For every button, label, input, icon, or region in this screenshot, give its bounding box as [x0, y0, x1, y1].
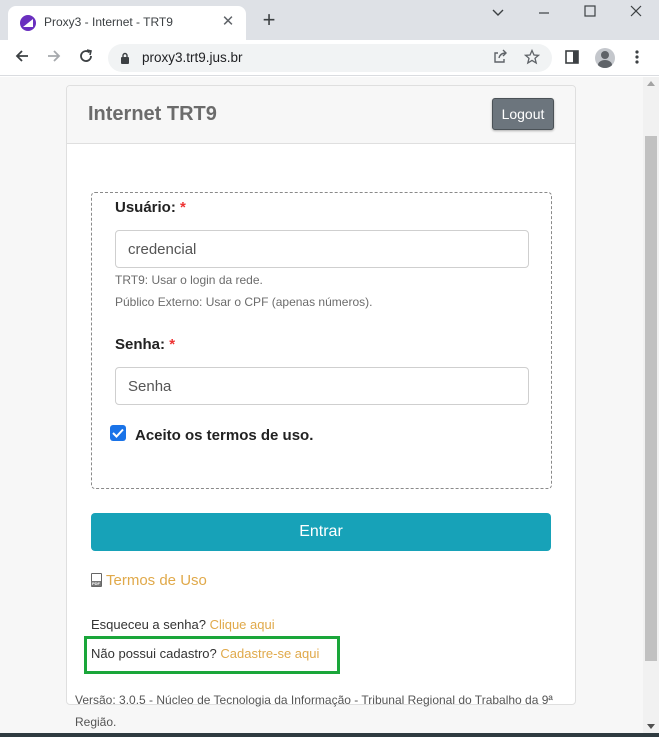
tab-close-icon[interactable]: ✕	[220, 14, 236, 30]
help-text-trt9: TRT9: Usar o login da rede.	[115, 273, 263, 287]
forward-arrow-icon[interactable]	[44, 48, 64, 68]
login-card: Internet TRT9 Logout Usuário: * credenci…	[66, 85, 576, 705]
back-arrow-icon[interactable]	[12, 48, 32, 68]
bookmark-star-icon[interactable]	[523, 48, 541, 67]
site-favicon-icon	[20, 15, 36, 31]
required-marker: *	[169, 336, 176, 353]
username-placeholder: credencial	[128, 241, 197, 258]
pdf-icon	[91, 573, 102, 587]
password-label: Senha: *	[115, 336, 175, 353]
more-menu-icon[interactable]	[628, 49, 646, 67]
forgot-password-text: Esqueceu a senha?	[91, 617, 206, 632]
page-viewport: Internet TRT9 Logout Usuário: * credenci…	[0, 77, 643, 733]
login-submit-button[interactable]: Entrar	[91, 513, 551, 551]
window-close-icon[interactable]	[624, 4, 648, 22]
terms-checkbox[interactable]	[110, 425, 126, 441]
register-line: Não possui cadastro? Cadastre-se aqui	[91, 646, 319, 661]
register-link[interactable]: Cadastre-se aqui	[220, 646, 319, 661]
required-marker: *	[180, 199, 186, 216]
register-text: Não possui cadastro?	[91, 646, 217, 661]
terms-checkbox-label[interactable]: Aceito os termos de uso.	[135, 427, 313, 444]
forgot-password-line: Esqueceu a senha? Clique aqui	[91, 617, 275, 632]
scroll-down-arrow-icon[interactable]	[647, 724, 655, 729]
footer-version-line: Versão: 3.0.5 - Núcleo de Tecnologia da …	[75, 693, 553, 707]
username-input[interactable]: credencial	[115, 230, 529, 268]
reload-icon[interactable]	[76, 48, 96, 68]
footer-region-line: Região.	[75, 715, 117, 729]
side-panel-icon[interactable]	[563, 49, 581, 67]
tab-strip: Proxy3 - Internet - TRT9 ✕ +	[0, 0, 659, 40]
new-tab-icon[interactable]: +	[259, 9, 279, 31]
maximize-icon[interactable]	[578, 4, 602, 22]
help-text-external: Público Externo: Usar o CPF (apenas núme…	[115, 295, 373, 309]
browser-toolbar: proxy3.trt9.jus.br	[0, 40, 659, 76]
password-placeholder: Senha	[128, 378, 172, 395]
profile-avatar-icon[interactable]	[595, 48, 615, 68]
chevron-down-icon[interactable]	[486, 4, 510, 22]
login-fieldset: Usuário: * credencial TRT9: Usar o login…	[91, 192, 552, 489]
terms-of-use-link-text[interactable]: Termos de Uso	[106, 572, 207, 589]
browser-tab[interactable]: Proxy3 - Internet - TRT9 ✕	[8, 6, 246, 40]
address-bar[interactable]: proxy3.trt9.jus.br	[108, 44, 552, 72]
scroll-thumb[interactable]	[645, 136, 657, 661]
page-footer: Versão: 3.0.5 - Núcleo de Tecnologia da …	[75, 689, 575, 733]
tab-title: Proxy3 - Internet - TRT9	[44, 15, 173, 29]
username-label: Usuário: *	[115, 199, 186, 216]
url-text: proxy3.trt9.jus.br	[142, 50, 243, 65]
page-scrollbar[interactable]	[643, 77, 659, 733]
minimize-icon[interactable]	[532, 4, 556, 22]
scroll-up-arrow-icon[interactable]	[647, 81, 655, 86]
password-input[interactable]: Senha	[115, 367, 529, 405]
forgot-password-link[interactable]: Clique aqui	[210, 617, 275, 632]
lock-icon	[121, 52, 129, 64]
logout-button[interactable]: Logout	[492, 98, 554, 130]
password-label-text: Senha:	[115, 336, 166, 353]
page-title: Internet TRT9	[88, 103, 217, 125]
share-icon[interactable]	[491, 49, 509, 67]
username-label-text: Usuário:	[115, 199, 176, 216]
card-header: Internet TRT9 Logout	[67, 86, 575, 144]
terms-of-use-link[interactable]: Termos de Uso	[91, 571, 207, 589]
bottom-edge	[0, 733, 659, 737]
